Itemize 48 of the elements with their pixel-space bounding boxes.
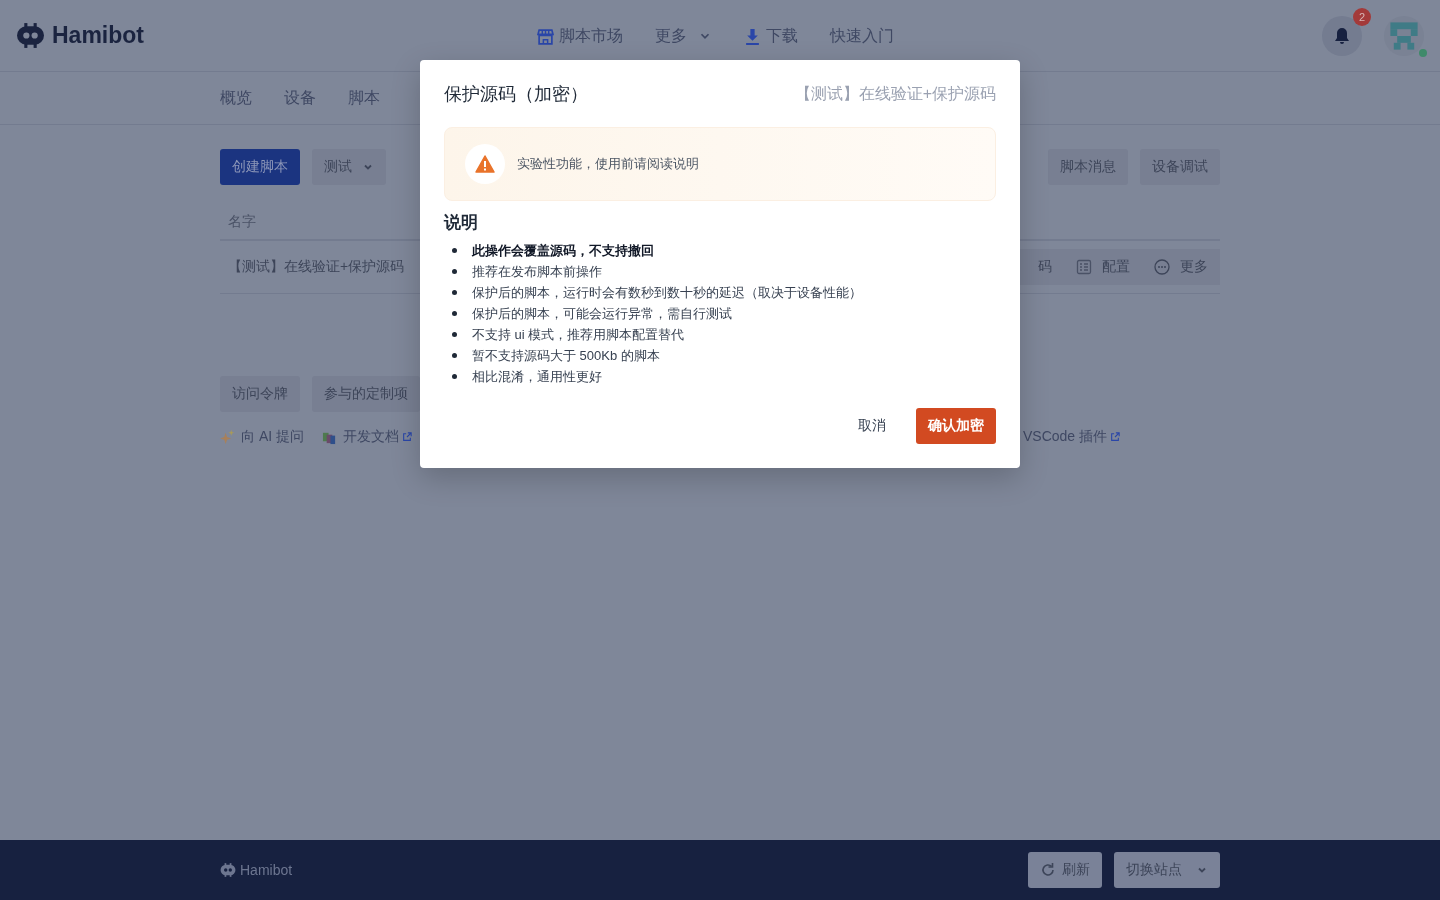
confirm-button[interactable]: 确认加密 [916,408,996,444]
resource-link[interactable]: 开发文档 [322,428,412,446]
footer-brand: Hamibot [240,862,293,878]
refresh-icon [1040,862,1056,878]
toolbar-button[interactable]: 脚本消息 [1048,149,1128,185]
row-action-button[interactable]: 配置 [1064,249,1142,285]
shortcut-button[interactable]: 访问令牌 [220,376,300,412]
note-item: 保护后的脚本，运行时会有数秒到数十秒的延迟（取决于设备性能） [444,282,996,303]
form-icon [1076,259,1092,275]
logo-icon [16,23,45,48]
nav-link[interactable]: 更多 [655,25,712,47]
notification-badge: 2 [1353,7,1371,26]
resource-link[interactable]: VSCode 插件 [1022,428,1120,446]
toolbar-button[interactable]: 设备调试 [1140,149,1220,185]
refresh-button[interactable]: 刷新 [1028,852,1102,888]
external-link-icon [402,432,412,442]
warning-text: 实验性功能，使用前请阅读说明 [517,155,699,173]
bell-icon [1332,25,1352,46]
create-script-button[interactable]: 创建脚本 [220,149,300,185]
shortcut-button[interactable]: 参与的定制项 [312,376,420,412]
nav-link[interactable]: 快速入门 [830,25,894,47]
sparkle-icon [220,429,235,445]
resource-link[interactable]: 向 AI 提问 [220,428,304,446]
section-heading: 说明 [444,212,479,234]
nav-tab[interactable]: 脚本 [348,87,380,109]
more-icon [1154,259,1170,275]
filter-dropdown[interactable]: 测试 [312,149,386,185]
nav-link[interactable]: 脚本市场 [537,25,623,47]
store-icon [537,27,554,45]
nav-tab[interactable]: 设备 [284,87,316,109]
row-action-button[interactable]: 更多 [1142,249,1220,285]
site-switch-dropdown[interactable]: 切换站点 [1114,852,1220,888]
brand-name: Hamibot [52,22,144,49]
note-item: 暂不支持源码大于 500Kb 的脚本 [444,345,996,366]
logo-icon [220,863,236,877]
note-item: 不支持 ui 模式，推荐用脚本配置替代 [444,324,996,345]
nav-tab[interactable]: 概览 [220,87,252,109]
nav-link[interactable]: 下载 [744,25,798,47]
note-item: 相比混淆，通用性更好 [444,366,996,387]
note-item: 保护后的脚本，可能会运行异常，需自行测试 [444,303,996,324]
download-icon [744,27,761,45]
dialog-subtitle: 【测试】在线验证+保护源码 [794,83,996,104]
note-item: 此操作会覆盖源码，不支持撤回 [444,240,996,261]
note-item: 推荐在发布脚本前操作 [444,261,996,282]
external-link-icon [1110,432,1120,442]
script-name[interactable]: 【测试】在线验证+保护源码 [228,258,405,276]
dialog-title: 保护源码（加密） [444,83,588,106]
warning-icon [465,144,505,184]
